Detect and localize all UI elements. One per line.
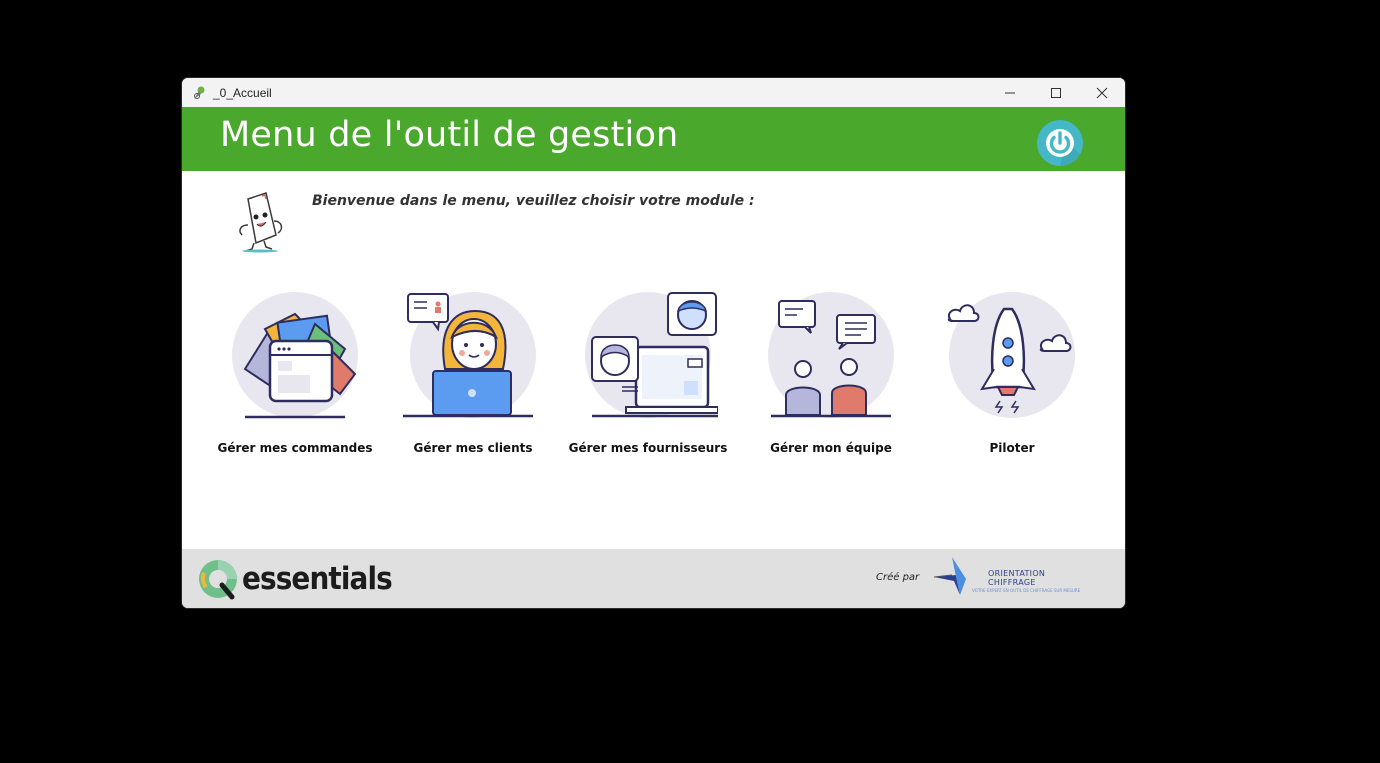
- close-icon: [1096, 87, 1108, 98]
- maximize-button[interactable]: [1033, 78, 1079, 107]
- brand-logo: essentials: [196, 557, 408, 601]
- support-agent-icon: [403, 292, 536, 418]
- partner-tagline: VOTRE EXPERT EN OUTIL DE CHIFFRAGE SUR M…: [972, 588, 1081, 593]
- page-title: Menu de l'outil de gestion: [220, 115, 679, 155]
- module-clients[interactable]: Gérer mes clients: [383, 289, 563, 459]
- created-by-label: Créé par: [876, 572, 920, 583]
- brand-q-icon: [199, 560, 237, 600]
- module-label: Gérer mes fournisseurs: [568, 441, 728, 455]
- module-commandes[interactable]: Gérer mes commandes: [205, 289, 385, 459]
- rocket-icon: [947, 292, 1075, 418]
- folders-icon: [232, 292, 358, 419]
- brand-name: essentials: [242, 561, 393, 597]
- welcome-message: Bienvenue dans le menu, veuillez choisir…: [312, 193, 755, 209]
- maximize-icon: [1051, 87, 1061, 98]
- minimize-button[interactable]: [987, 78, 1033, 107]
- module-label: Piloter: [989, 441, 1035, 455]
- team-chat-icon: [768, 292, 894, 418]
- main-content: Bienvenue dans le menu, veuillez choisir…: [182, 171, 1125, 549]
- app-icon: [194, 86, 205, 99]
- module-piloter[interactable]: Piloter: [922, 289, 1102, 459]
- module-label: Gérer mes clients: [413, 441, 533, 455]
- minimize-icon: [1005, 92, 1015, 93]
- mascot-card-icon: [239, 192, 283, 253]
- module-label: Gérer mes commandes: [217, 441, 373, 455]
- header-banner: Menu de l'outil de gestion: [182, 107, 1125, 171]
- module-equipe[interactable]: Gérer mon équipe: [741, 289, 921, 459]
- partner-name-line2: CHIFFRAGE: [988, 578, 1036, 587]
- power-icon[interactable]: [1036, 119, 1084, 167]
- partner-logo: ORIENTATION CHIFFRAGE VOTRE EXPERT EN OU…: [932, 555, 1097, 601]
- footer: essentials Créé par ORIENTATION CHIFFRAG…: [182, 549, 1125, 608]
- window-title: _0_Accueil: [213, 85, 272, 100]
- title-bar: _0_Accueil: [182, 78, 1125, 107]
- module-label: Gérer mon équipe: [770, 441, 892, 455]
- module-fournisseurs[interactable]: Gérer mes fournisseurs: [558, 289, 738, 459]
- partner-name-line1: ORIENTATION: [988, 569, 1046, 578]
- video-call-icon: [585, 292, 718, 418]
- app-window: _0_Accueil Menu de l'outil de gestion Bi…: [182, 78, 1125, 608]
- close-button[interactable]: [1079, 78, 1125, 107]
